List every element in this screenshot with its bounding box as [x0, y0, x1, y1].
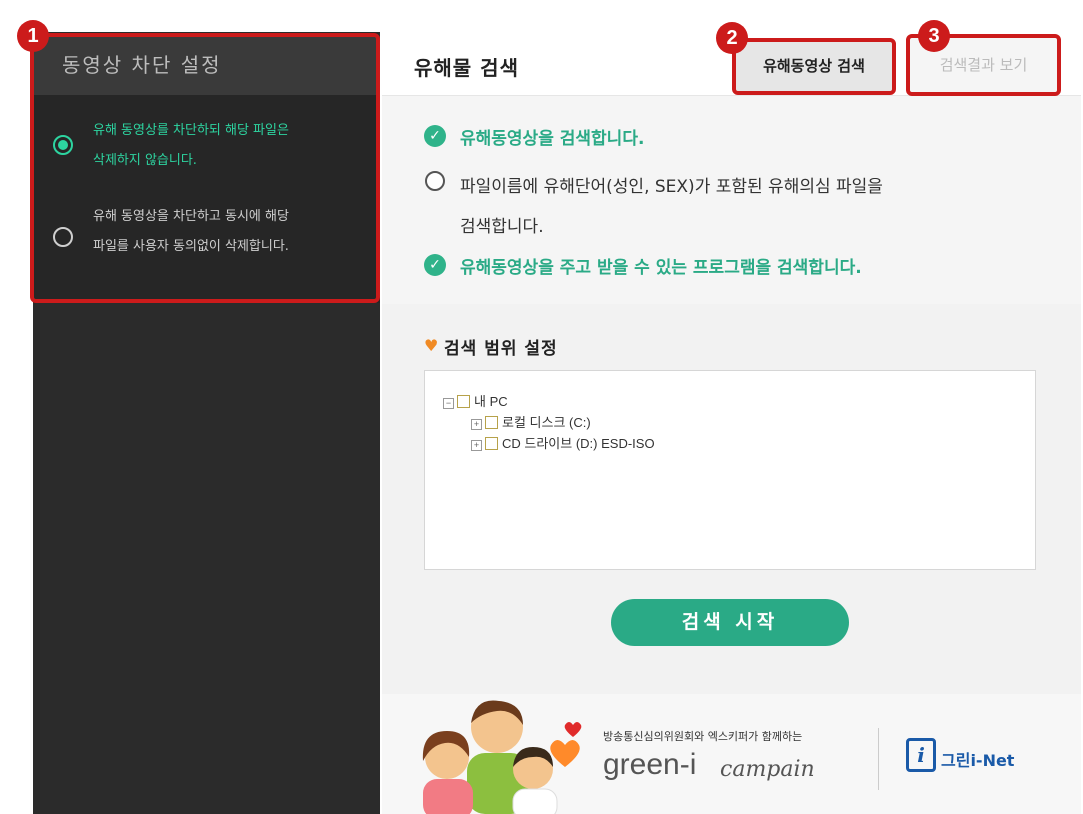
checkbox[interactable]: [457, 395, 470, 408]
expand-icon[interactable]: +: [471, 419, 482, 430]
green-i-net-logo-text: 그린i-Net: [941, 751, 1015, 770]
banner-campain: campain: [720, 757, 815, 782]
tree-item-my-pc[interactable]: − 내 PC: [443, 391, 508, 410]
family-illustration: [422, 700, 582, 814]
option-search-programs[interactable]: 유해동영상을 주고 받을 수 있는 프로그램을 검색합니다.: [460, 253, 862, 278]
banner-green-i: green-i: [603, 748, 697, 781]
search-scope-title: 검색 범위 설정: [444, 339, 558, 359]
callout-badge-1: 1: [17, 20, 49, 52]
banner-divider: [878, 728, 879, 790]
callout-badge-3: 3: [918, 20, 950, 52]
mother-body: [423, 779, 473, 814]
drive-tree: − 내 PC + 로컬 디스크 (C:) + CD 드라이브 (D:) ESD-ISO: [424, 370, 1036, 570]
callout-box-1: [30, 33, 380, 303]
check-icon[interactable]: ✓: [424, 254, 446, 276]
tree-item-local-disk[interactable]: + 로컬 디스크 (C:): [471, 412, 591, 431]
checkbox[interactable]: [485, 416, 498, 429]
heart-decoration: [550, 740, 580, 767]
check-icon[interactable]: ✓: [424, 125, 446, 147]
heart-decoration: [564, 722, 582, 737]
callout-badge-2: 2: [716, 22, 748, 54]
checkbox[interactable]: [485, 437, 498, 450]
collapse-icon[interactable]: −: [443, 398, 454, 409]
expand-icon[interactable]: +: [471, 440, 482, 451]
option-line: 파일이름에 유해단어(성인, SEX)가 포함된 유해의심 파일을: [460, 177, 883, 197]
right-panel-title: 유해물 검색: [414, 56, 519, 80]
green-i-net-logo-icon: i: [906, 738, 936, 772]
tab-harmful-video-search[interactable]: 유해동영상 검색: [732, 38, 896, 95]
option-filename-keywords[interactable]: 파일이름에 유해단어(성인, SEX)가 포함된 유해의심 파일을 검색합니다.: [460, 167, 1060, 247]
banner-subtitle: 방송통신심의위원회와 엑스키퍼가 함께하는: [603, 730, 803, 743]
option-filename-radio[interactable]: [425, 171, 445, 191]
tree-item-cd-drive[interactable]: + CD 드라이브 (D:) ESD-ISO: [471, 433, 655, 452]
option-line: 검색합니다.: [460, 217, 544, 237]
child-body: [512, 788, 558, 814]
option-search-videos[interactable]: 유해동영상을 검색합니다.: [460, 124, 644, 149]
start-search-button[interactable]: 검색 시작: [611, 599, 849, 646]
heart-icon: ♥: [424, 336, 439, 355]
